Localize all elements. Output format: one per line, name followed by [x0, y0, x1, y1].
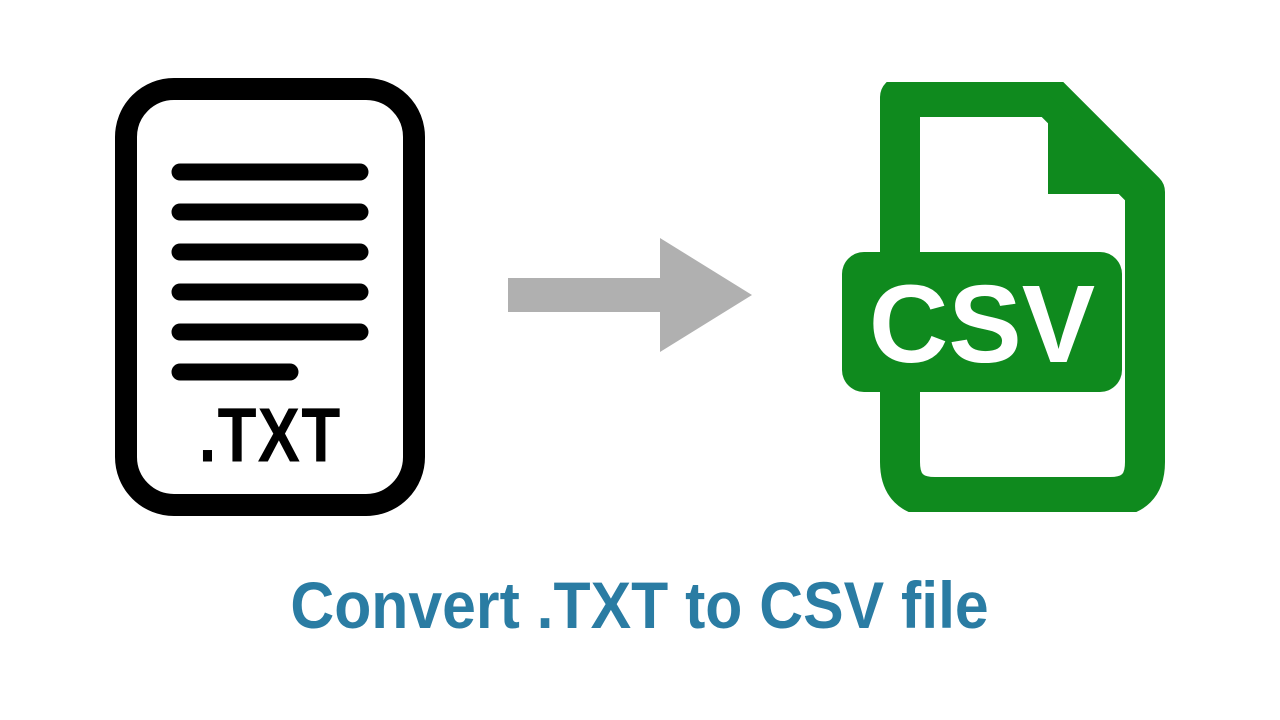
csv-file-icon: CSV: [830, 82, 1170, 512]
csv-badge-text: CSV: [869, 263, 1095, 386]
txt-file-icon: .TXT: [110, 77, 430, 517]
arrow-right-icon: [500, 230, 760, 365]
conversion-icons-row: .TXT CSV: [110, 77, 1170, 517]
caption-text: Convert .TXT to CSV file: [291, 567, 989, 643]
txt-extension-label: .TXT: [110, 391, 430, 480]
